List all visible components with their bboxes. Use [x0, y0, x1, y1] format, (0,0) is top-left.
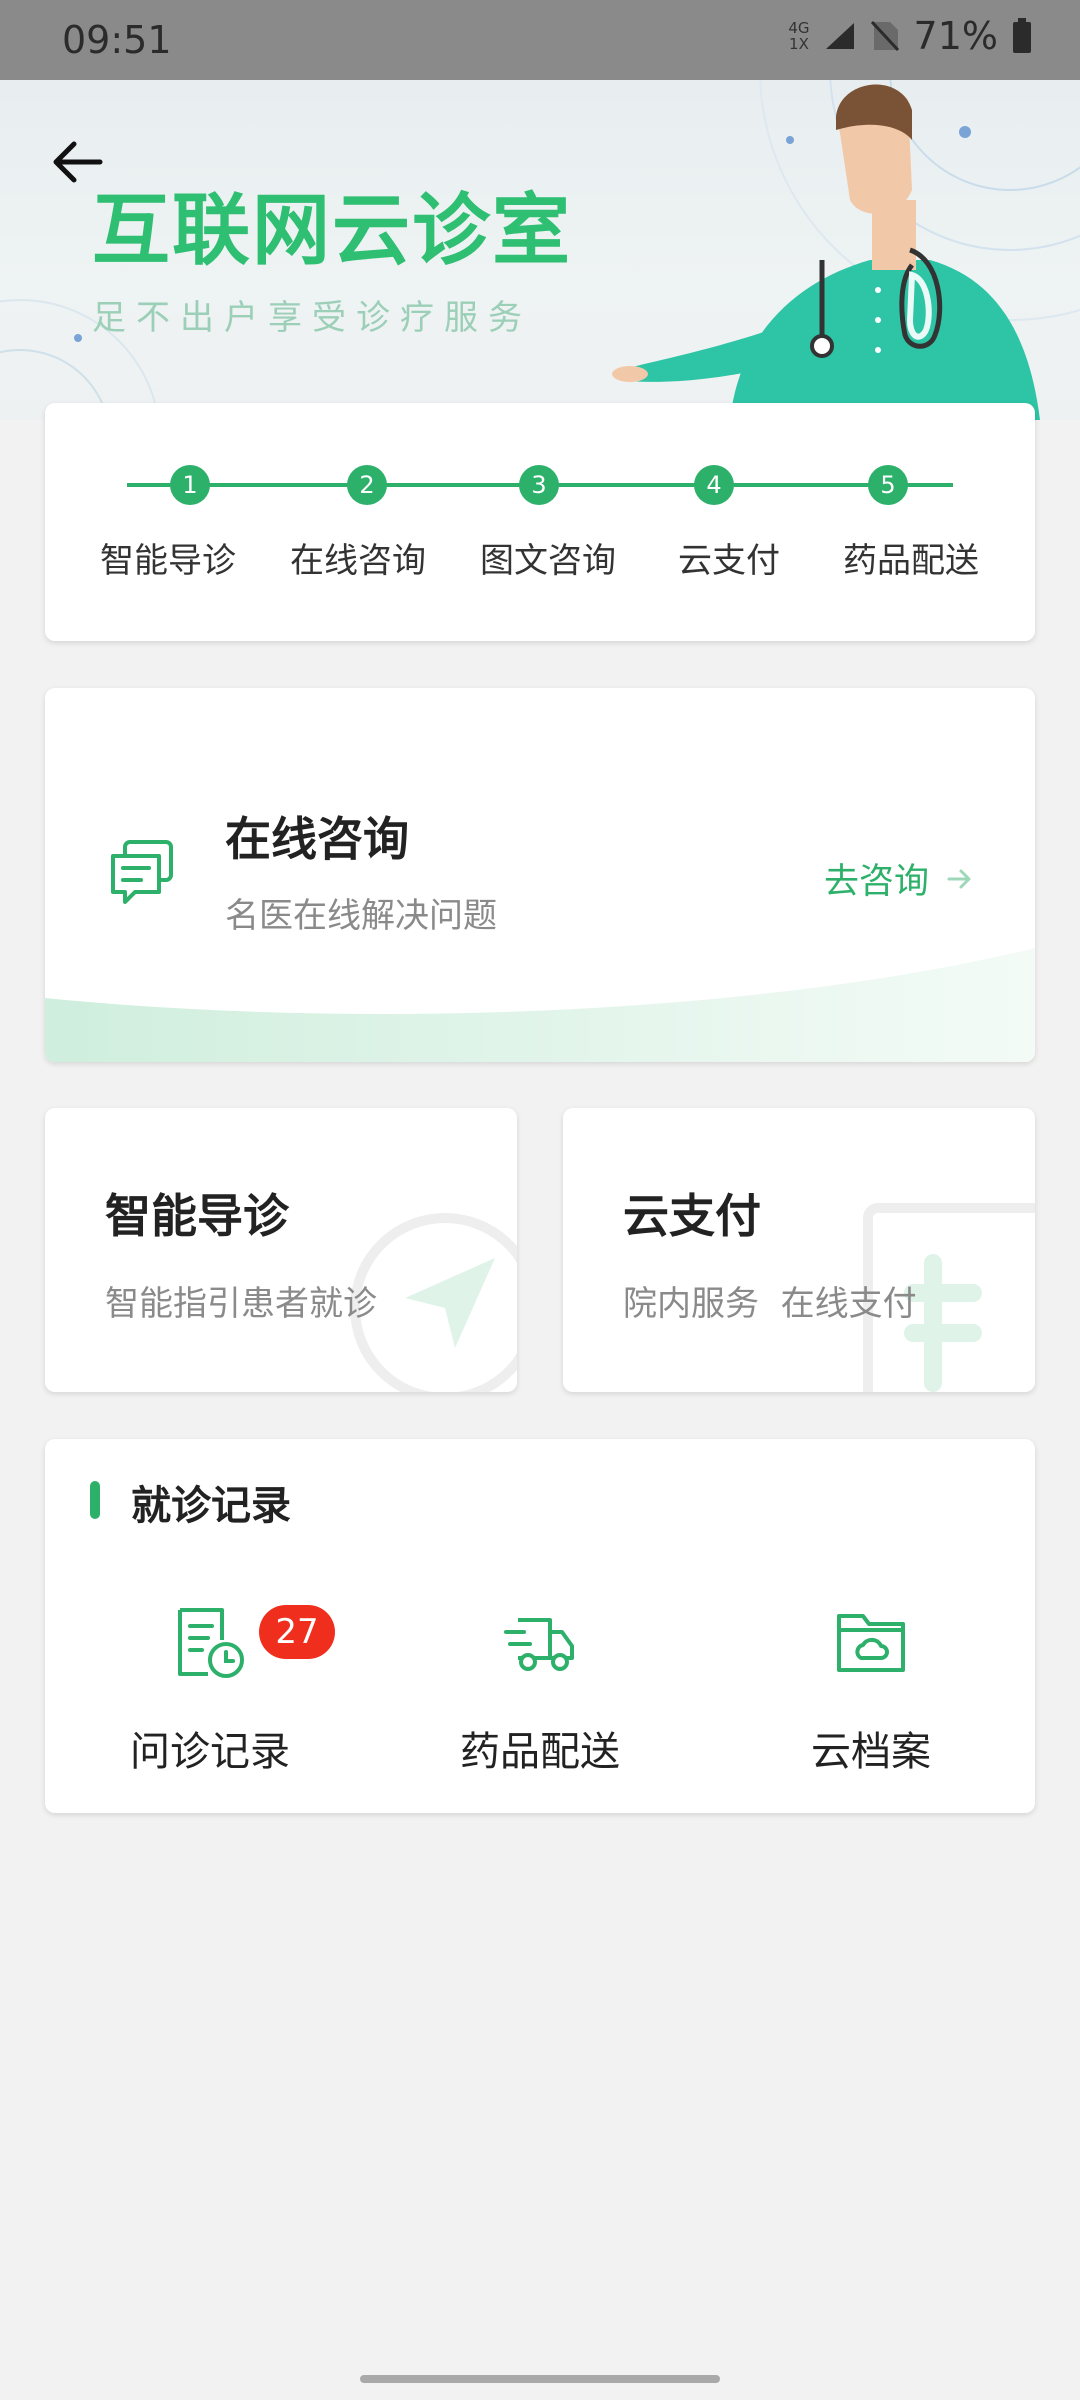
delivery-truck-icon	[504, 1618, 574, 1671]
online-consult-card[interactable]: 在线咨询 名医在线解决问题 去咨询	[45, 688, 1035, 1062]
go-consult-label: 去咨询	[823, 862, 929, 902]
status-icons: 4G 1X 71%	[788, 14, 1032, 58]
doctor-illustration	[612, 84, 1040, 420]
step-number: 2	[347, 465, 387, 505]
step-label: 云支付	[678, 541, 780, 581]
cloud-pay-subtitle: 院内服务 在线支付	[623, 1284, 917, 1324]
go-consult-button[interactable]: 去咨询	[824, 853, 973, 904]
records-title: 就诊记录	[131, 1483, 291, 1529]
visit-records-card: 就诊记录 问诊记录 27 药品配送 云档案	[45, 1439, 1035, 1813]
hero-subtitle: 足不出户享受诊疗服务	[92, 298, 532, 338]
step-number: 5	[868, 465, 908, 505]
consult-records-label: 问诊记录	[130, 1729, 290, 1775]
process-steps-card: 1 2 3 4 5 智能导诊 在线咨询 图文咨询 云支付 药品配送	[45, 403, 1035, 641]
step-number: 3	[519, 465, 559, 505]
cloud-pay-title: 云支付	[623, 1189, 761, 1243]
step-label: 药品配送	[843, 541, 979, 581]
smart-guide-title: 智能导诊	[105, 1189, 289, 1243]
unread-count-badge: 27	[259, 1605, 335, 1659]
smart-guide-card[interactable]: 智能导诊 智能指引患者就诊	[45, 1108, 517, 1392]
consult-subtitle: 名医在线解决问题	[225, 896, 497, 936]
cloud-folder-icon	[837, 1614, 905, 1672]
status-time: 09:51	[62, 18, 172, 62]
no-sim-icon	[870, 20, 899, 52]
battery-percent: 71%	[913, 14, 998, 58]
step-label: 智能导诊	[100, 541, 236, 581]
step-label: 图文咨询	[480, 541, 616, 581]
home-indicator[interactable]	[360, 2375, 720, 2383]
arrow-right-icon	[947, 869, 971, 888]
section-marker	[90, 1481, 100, 1519]
network-type: 4G 1X	[788, 19, 810, 53]
signal-icon	[825, 23, 854, 49]
consult-title: 在线咨询	[225, 812, 409, 866]
cloud-pay-card[interactable]: 云支付 院内服务 在线支付	[563, 1108, 1035, 1392]
battery-icon	[1013, 18, 1031, 53]
drug-delivery-label: 药品配送	[460, 1729, 620, 1775]
chat-bubbles-icon	[111, 840, 173, 904]
clipboard-clock-icon	[178, 1608, 244, 1678]
step-number: 4	[694, 465, 734, 505]
status-bar: 09:51 4G 1X 71%	[0, 0, 1080, 80]
cloud-archive-label: 云档案	[811, 1729, 931, 1775]
step-label: 在线咨询	[290, 541, 426, 581]
hero-banner: 互联网云诊室 足不出户享受诊疗服务	[0, 80, 1080, 420]
step-number: 1	[170, 465, 210, 505]
smart-guide-subtitle: 智能指引患者就诊	[105, 1284, 377, 1324]
hero-title: 互联网云诊室	[92, 186, 573, 276]
